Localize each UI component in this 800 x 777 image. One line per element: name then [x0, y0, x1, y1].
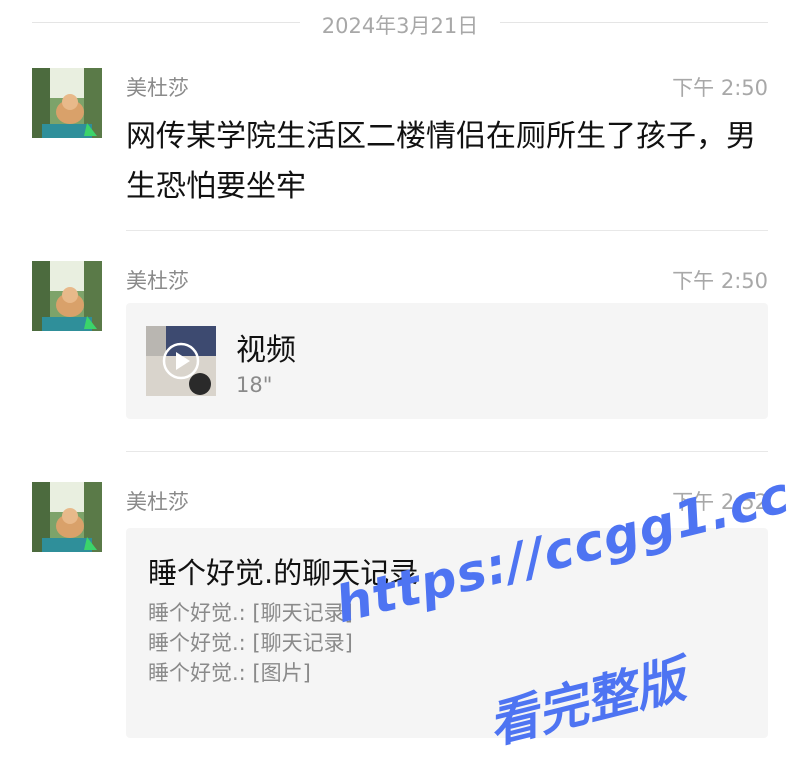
- message-text[interactable]: 网传某学院生活区二楼情侣在厕所生了孩子，男生恐怕要坐牢: [126, 112, 766, 212]
- message-separator: [126, 451, 768, 452]
- sender-name: 美杜莎: [126, 269, 189, 293]
- chat-record-line: 睡个好觉.: [图片]: [148, 661, 311, 685]
- video-thumbnail[interactable]: [146, 326, 216, 396]
- video-card[interactable]: 视频 18": [126, 303, 768, 419]
- avatar[interactable]: [32, 261, 102, 331]
- watermark: https://ccgg1.cc 看完整版: [330, 465, 796, 768]
- chat-record-preview: 睡个好觉.: [聊天记录] 睡个好觉.: [聊天记录] 睡个好觉.: [图片]: [148, 598, 353, 688]
- video-title: 视频: [236, 333, 296, 368]
- message-separator: [126, 230, 768, 231]
- sender-name: 美杜莎: [126, 490, 189, 514]
- chat-record-line: 睡个好觉.: [聊天记录]: [148, 601, 353, 625]
- avatar[interactable]: [32, 482, 102, 552]
- sender-name: 美杜莎: [126, 76, 189, 100]
- avatar[interactable]: [32, 68, 102, 138]
- video-duration: 18": [236, 373, 273, 397]
- date-label: 2024年3月21日: [321, 14, 479, 38]
- message-time: 下午 2:50: [672, 76, 768, 100]
- watermark-caption: 看完整版: [482, 650, 691, 755]
- message-item[interactable]: 美杜莎 下午 2:50 视频 18": [32, 261, 768, 431]
- play-icon: [146, 326, 216, 396]
- divider-line-right: [500, 22, 768, 23]
- avatar-image-icon: [32, 482, 102, 552]
- message-time: 下午 2:50: [672, 269, 768, 293]
- avatar-image-icon: [32, 261, 102, 331]
- avatar-image-icon: [32, 68, 102, 138]
- message-item[interactable]: 美杜莎 下午 2:50 网传某学院生活区二楼情侣在厕所生了孩子，男生恐怕要坐牢: [32, 68, 768, 218]
- chat-record-line: 睡个好觉.: [聊天记录]: [148, 631, 353, 655]
- date-divider: 2024年3月21日: [32, 8, 768, 38]
